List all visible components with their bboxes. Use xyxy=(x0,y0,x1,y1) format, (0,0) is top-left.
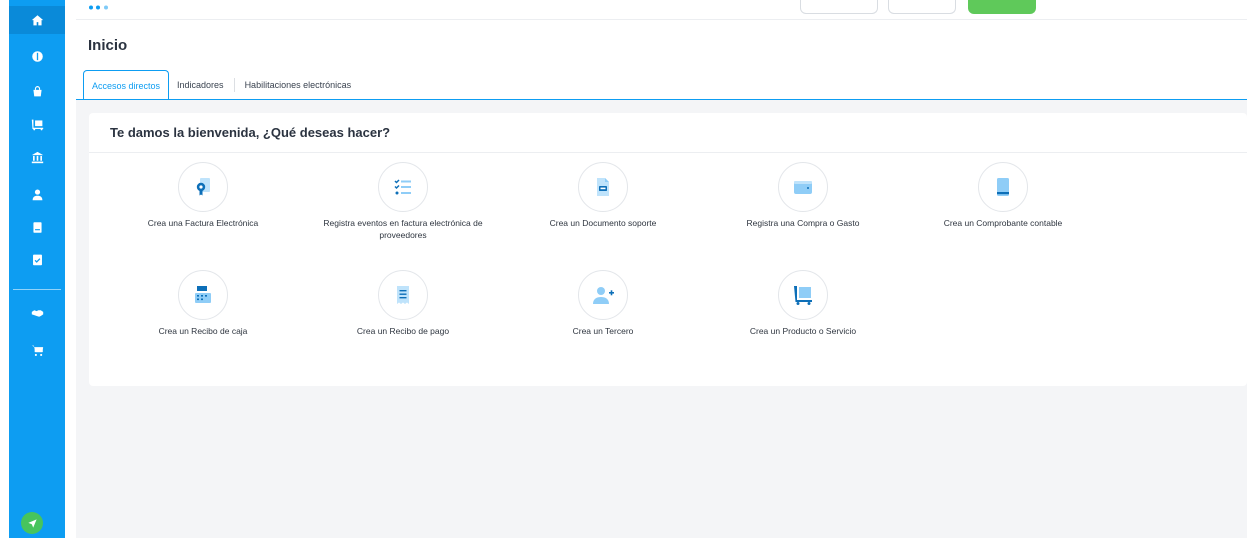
sidebar-rail xyxy=(9,0,65,538)
action-label: Crea un Comprobante contable xyxy=(943,218,1063,228)
action-compra-gasto[interactable]: Registra una Compra o Gasto xyxy=(708,162,898,229)
action-icon-circle xyxy=(978,162,1028,212)
top-action-button-primary[interactable] xyxy=(968,0,1036,14)
add-user-icon xyxy=(593,287,614,304)
wallet-icon xyxy=(794,181,812,194)
action-label: Crea un Recibo de caja xyxy=(158,326,248,336)
action-recibo-caja[interactable]: Crea un Recibo de caja xyxy=(108,270,298,337)
welcome-title: Te damos la bienvenida, ¿Qué deseas hace… xyxy=(110,125,391,140)
action-icon-circle xyxy=(778,270,828,320)
receipt-icon xyxy=(397,286,409,304)
action-documento-soporte[interactable]: Crea un Documento soporte xyxy=(508,162,698,229)
page-header: Inicio Accesos directos Indicadores Habi… xyxy=(76,20,1247,100)
top-action-button-2[interactable] xyxy=(888,0,956,14)
sidebar-item-gastos[interactable] xyxy=(9,77,65,105)
clipboard-check-icon xyxy=(32,254,42,265)
action-label: Crea un Recibo de pago xyxy=(356,326,450,336)
action-factura-electronica[interactable]: Crea una Factura Electrónica xyxy=(108,162,298,229)
sidebar-item-ingresos[interactable] xyxy=(9,42,65,70)
sidebar-item-bancos[interactable] xyxy=(9,143,65,171)
tab-bar: Accesos directos Indicadores Habilitacio… xyxy=(83,66,359,100)
user-icon xyxy=(32,188,42,200)
sidebar-item-contabilidad[interactable] xyxy=(9,213,65,241)
money-icon xyxy=(31,50,43,62)
action-label: Crea un Producto o Servicio xyxy=(749,326,857,336)
tab-underline xyxy=(76,99,1247,100)
action-icon-circle xyxy=(178,162,228,212)
action-eventos-factura[interactable]: Registra eventos en factura electrónica … xyxy=(308,162,498,242)
action-recibo-pago[interactable]: Crea un Recibo de pago xyxy=(308,270,498,337)
book-icon xyxy=(32,221,42,233)
action-producto-servicio[interactable]: Crea un Producto o Servicio xyxy=(708,270,898,337)
bank-icon xyxy=(31,151,43,163)
home-icon xyxy=(31,14,43,25)
sidebar-item-home[interactable] xyxy=(9,6,65,34)
tab-indicadores[interactable]: Indicadores xyxy=(169,70,232,100)
action-icon-circle xyxy=(378,162,428,212)
action-label: Crea un Tercero xyxy=(572,326,634,336)
top-action-button-1[interactable] xyxy=(800,0,878,14)
handshake-icon xyxy=(31,309,43,317)
sidebar-item-inventario[interactable] xyxy=(9,110,65,138)
brand-logo xyxy=(89,5,108,10)
action-label: Registra una Compra o Gasto xyxy=(746,218,860,228)
tab-habilitaciones[interactable]: Habilitaciones electrónicas xyxy=(237,70,360,100)
action-tercero[interactable]: Crea un Tercero xyxy=(508,270,698,337)
action-label: Crea un Documento soporte xyxy=(549,218,657,228)
cart-dolly-icon xyxy=(31,119,43,130)
ledger-book-icon xyxy=(997,178,1009,196)
action-icon-circle xyxy=(778,162,828,212)
tab-accesos-directos[interactable]: Accesos directos xyxy=(83,70,170,100)
card-divider xyxy=(89,152,1247,153)
top-bar xyxy=(76,0,1247,20)
invoice-certificate-icon xyxy=(196,178,210,196)
sidebar-item-alianzas[interactable] xyxy=(9,299,65,327)
action-icon-circle xyxy=(378,270,428,320)
sidebar-item-contactos[interactable] xyxy=(9,180,65,208)
product-cart-icon xyxy=(794,286,812,305)
action-icon-circle xyxy=(578,270,628,320)
action-comprobante-contable[interactable]: Crea un Comprobante contable xyxy=(908,162,1098,229)
page-title: Inicio xyxy=(88,37,128,54)
action-icon-circle xyxy=(178,270,228,320)
sidebar xyxy=(0,0,76,538)
checklist-icon xyxy=(394,179,411,195)
welcome-card: Te damos la bienvenida, ¿Qué deseas hace… xyxy=(89,113,1247,386)
tab-separator xyxy=(233,78,235,92)
cash-register-icon xyxy=(195,286,211,303)
shopping-cart-icon xyxy=(31,345,43,356)
rocket-button[interactable] xyxy=(21,512,43,534)
sidebar-divider xyxy=(13,289,61,290)
sidebar-item-tienda[interactable] xyxy=(9,336,65,364)
sidebar-item-reportes[interactable] xyxy=(9,245,65,273)
rocket-icon xyxy=(27,518,37,528)
shopping-bag-icon xyxy=(32,85,42,96)
action-icon-circle xyxy=(578,162,628,212)
action-label: Registra eventos en factura electrónica … xyxy=(323,218,483,241)
support-document-icon xyxy=(597,178,609,196)
action-label: Crea una Factura Electrónica xyxy=(147,218,259,228)
